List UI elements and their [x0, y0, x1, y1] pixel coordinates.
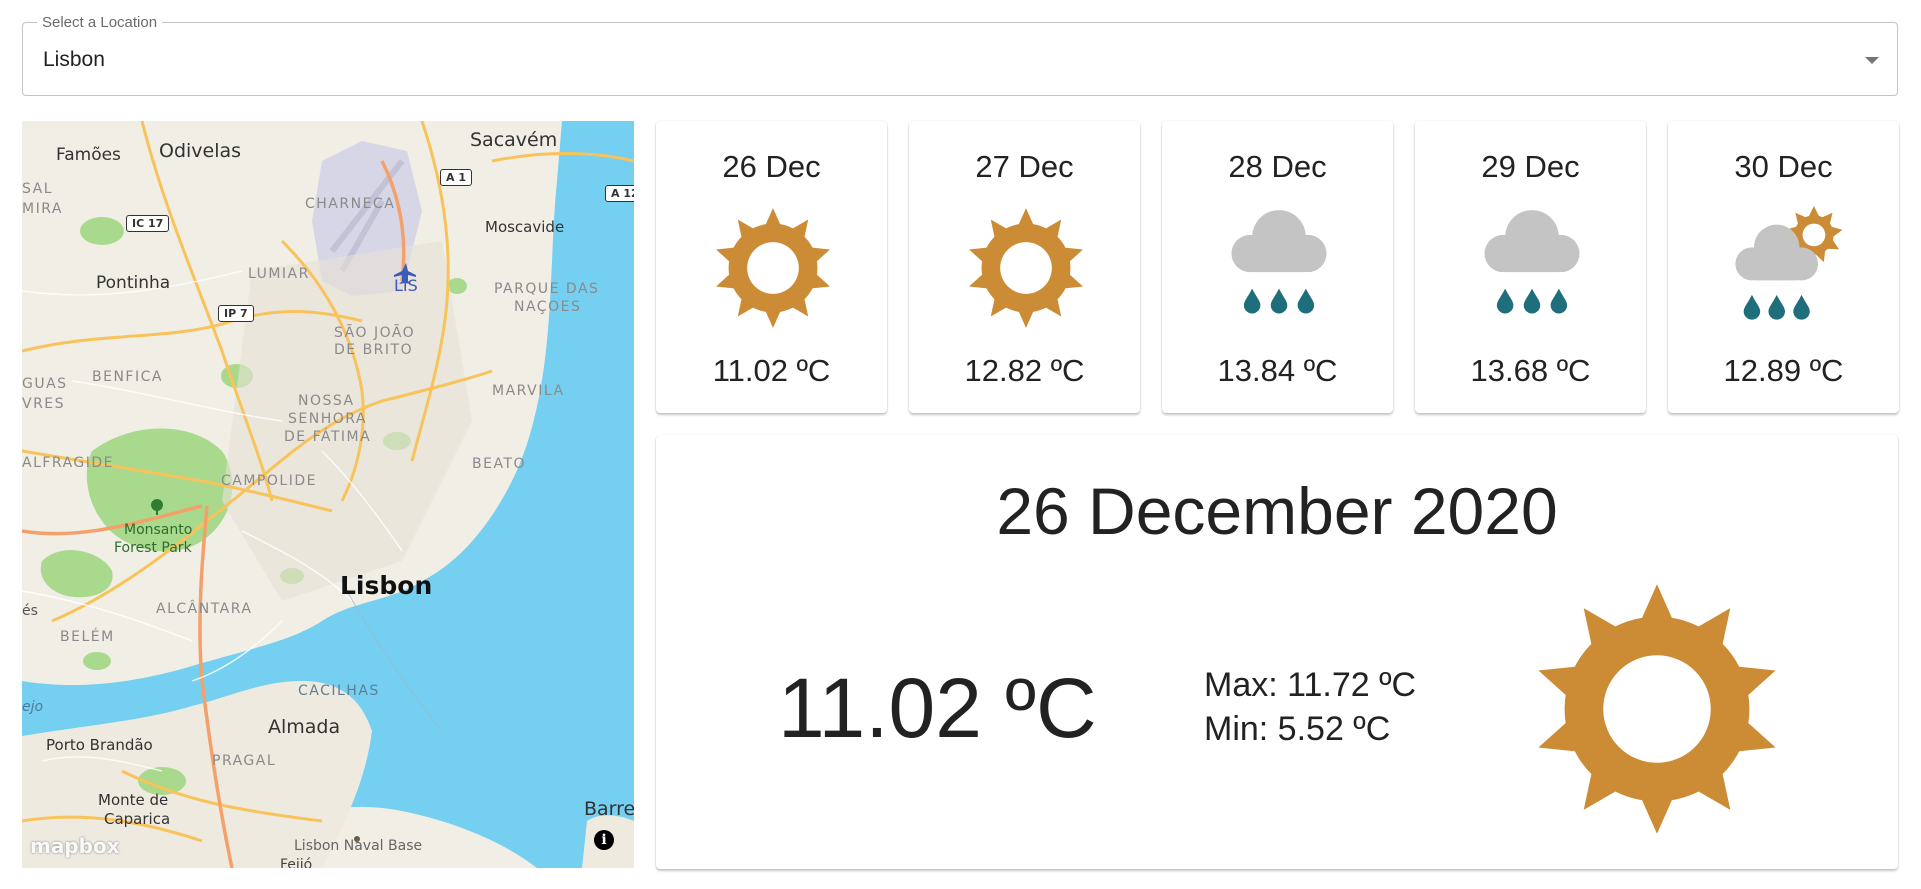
map-label: CHARNECA — [305, 196, 396, 212]
map-label: MARVILA — [492, 383, 565, 399]
road-shield: IP 7 — [218, 305, 254, 322]
map-label: és — [22, 603, 38, 619]
info-icon[interactable]: i — [594, 830, 614, 850]
map-label: SÃO JOÃO — [334, 325, 416, 341]
map-label: Almada — [268, 716, 341, 738]
forecast-temp: 11.02 ºC — [712, 353, 831, 388]
map-label: LIS — [394, 276, 418, 295]
rain-cloud-icon — [1231, 210, 1327, 314]
map-label: DE FÁTIMA — [284, 429, 372, 445]
map-label: Barre — [584, 798, 634, 820]
forecast-temp: 13.84 ºC — [1217, 353, 1338, 388]
forecast-date: 26 Dec — [722, 149, 821, 184]
map-label: Monsanto — [124, 522, 193, 538]
map-label: BEATO — [472, 456, 527, 472]
forecast-date: 28 Dec — [1228, 149, 1327, 184]
map-label: LUMIAR — [248, 266, 310, 282]
forecast-card-day-2[interactable]: 27 Dec 12.82 ºC — [909, 121, 1140, 413]
detail-min: Min: 5.52 ºC — [1204, 710, 1391, 748]
map-label: PRAGAL — [212, 753, 277, 769]
map-label: ejo — [22, 699, 44, 715]
dropdown-arrow-icon[interactable] — [1865, 57, 1879, 64]
sun-icon — [969, 208, 1083, 328]
location-select[interactable]: Select a Location Lisbon — [22, 14, 1898, 96]
detail-min-max: Max: 11.72 ºC Min: 5.52 ºC — [1204, 663, 1416, 751]
forecast-temp: 12.89 ºC — [1723, 353, 1844, 388]
location-select-value: Lisbon — [43, 48, 105, 71]
forecast-temp: 12.82 ºC — [964, 353, 1085, 388]
map[interactable]: Famões Odivelas Sacavém SAL MIRA CHARNEC… — [22, 121, 634, 868]
weather-detail-card: 26 December 2020 11.02 ºC Max: 11.72 ºC … — [656, 435, 1898, 869]
location-select-label: Select a Location — [37, 14, 163, 32]
detail-max: Max: 11.72 ºC — [1204, 666, 1417, 704]
map-label: GUAS — [22, 376, 68, 392]
forecast-date: 30 Dec — [1734, 149, 1833, 184]
road-shield: IC 17 — [126, 215, 170, 232]
map-label-lisbon: Lisbon — [340, 571, 433, 600]
detail-temperature: 11.02 ºC — [778, 661, 1097, 755]
forecast-temp: 13.68 ºC — [1470, 353, 1591, 388]
forecast-card-day-5[interactable]: 30 Dec 12.89 ºC — [1668, 121, 1899, 413]
map-label: CAMPOLIDE — [221, 473, 317, 489]
sun-icon — [716, 208, 830, 328]
map-label: MIRA — [22, 201, 63, 217]
map-label: Odivelas — [159, 140, 242, 162]
map-label: VRES — [22, 396, 66, 412]
rain-cloud-icon — [1484, 210, 1580, 314]
forecast-date: 27 Dec — [975, 149, 1074, 184]
road-shield: A 1 — [440, 169, 472, 186]
map-label: BELÉM — [60, 629, 115, 645]
map-label: Sacavém — [470, 129, 558, 151]
road-shield: A 12 — [605, 185, 634, 202]
detail-date: 26 December 2020 — [996, 474, 1558, 548]
map-label: Caparica — [104, 810, 171, 828]
sun-icon — [1538, 584, 1776, 834]
mapbox-logo[interactable]: mapbox — [30, 834, 120, 858]
map-label: Famões — [56, 145, 121, 165]
map-label: Pontinha — [96, 273, 171, 293]
map-label: Moscavide — [485, 218, 565, 236]
map-label: CACILHAS — [298, 683, 380, 699]
map-label: DE BRITO — [334, 342, 414, 358]
map-label: PARQUE DAS — [494, 281, 600, 297]
forecast-card-day-1[interactable]: 26 Dec 11.02 ºC — [656, 121, 887, 413]
sun-rain-cloud-icon — [1735, 206, 1843, 320]
map-label: Monte de — [98, 791, 169, 809]
map-label: SENHORA — [288, 411, 367, 427]
map-label: Forest Park — [114, 540, 192, 556]
map-label: Lisbon Naval Base — [294, 838, 423, 854]
map-label: Porto Brandão — [46, 736, 153, 754]
map-label: NAÇOES — [514, 299, 582, 315]
forecast-card-day-3[interactable]: 28 Dec 13.84 ºC — [1162, 121, 1393, 413]
map-label: ALFRAGIDE — [22, 455, 115, 471]
map-label: SAL — [22, 181, 54, 197]
map-label: Feijó — [280, 857, 313, 868]
forecast-card-day-4[interactable]: 29 Dec 13.68 ºC — [1415, 121, 1646, 413]
map-label: ALCÂNTARA — [156, 601, 253, 617]
map-label: BENFICA — [92, 369, 163, 385]
forecast-date: 29 Dec — [1481, 149, 1580, 184]
map-label: NOSSA — [298, 393, 355, 409]
